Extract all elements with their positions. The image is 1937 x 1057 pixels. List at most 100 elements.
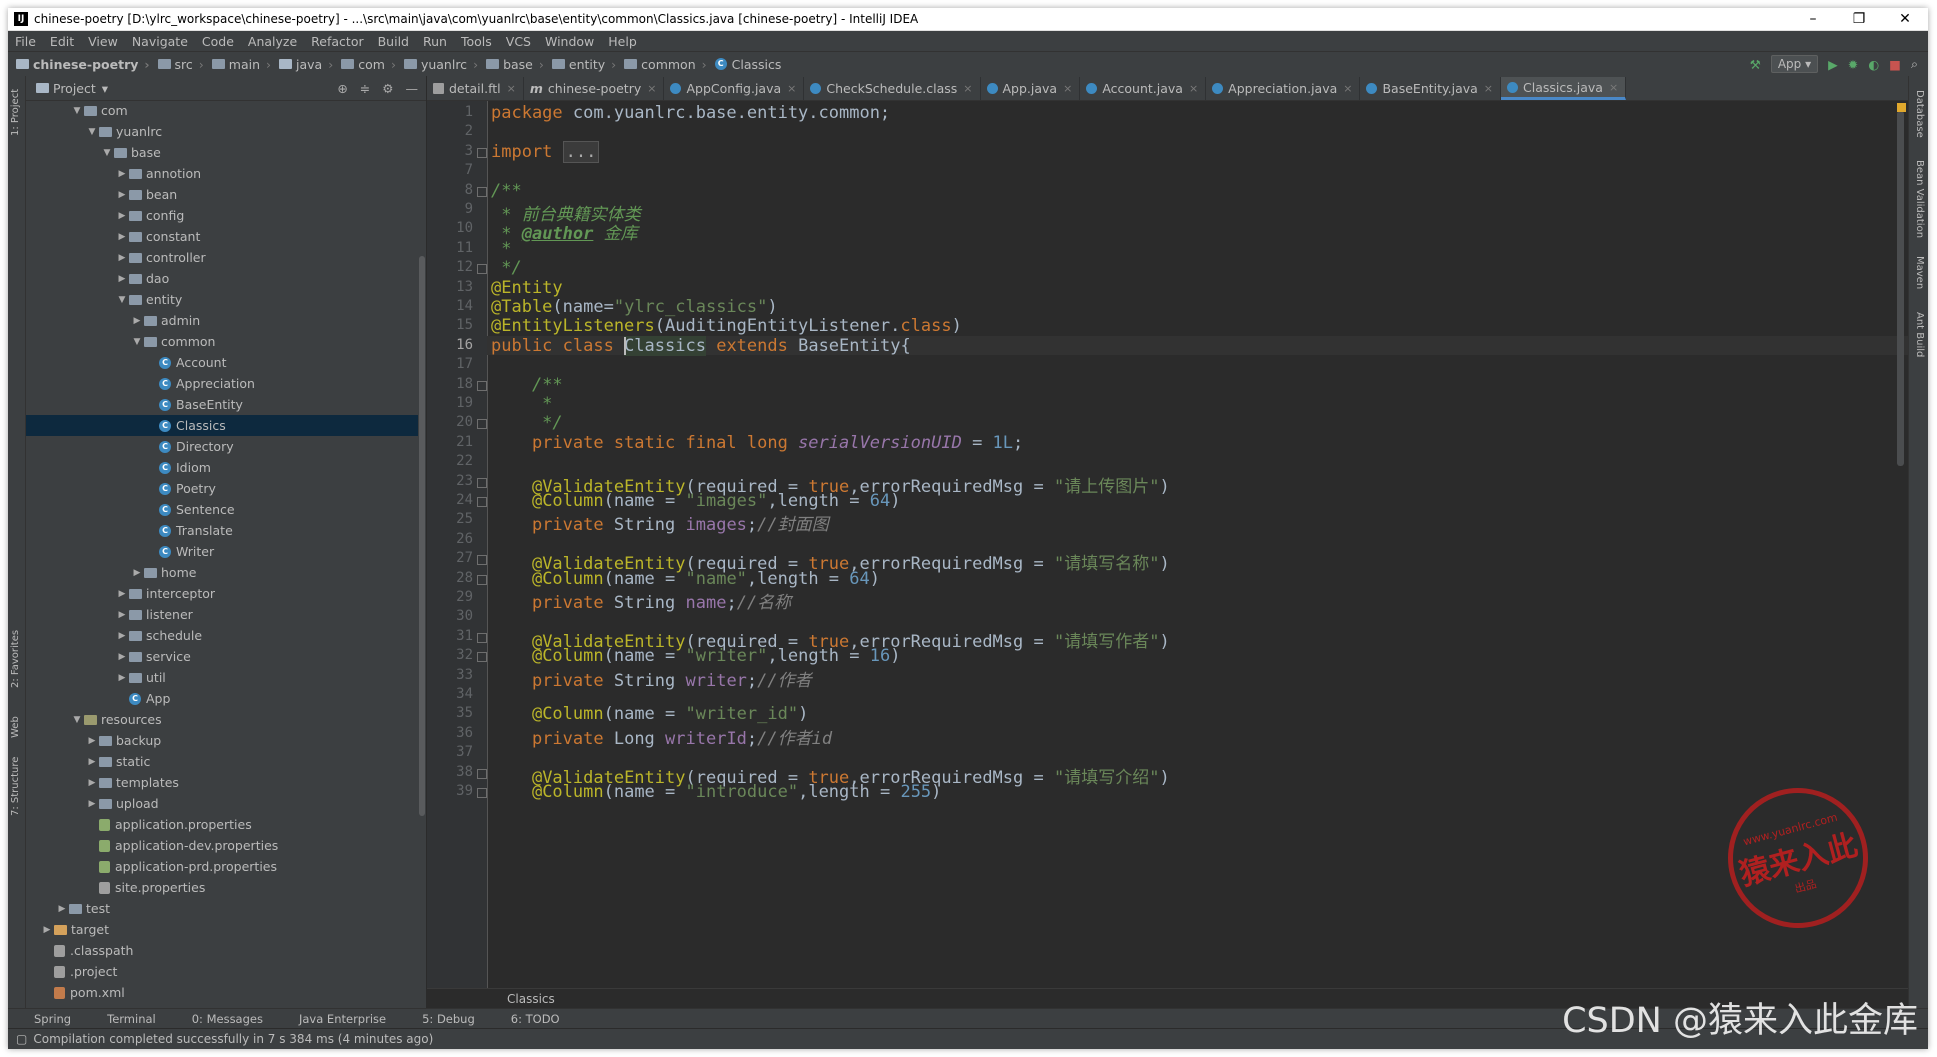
menu-code[interactable]: Code [195, 34, 241, 49]
editor-breadcrumb-item[interactable]: Classics [507, 992, 555, 1006]
close-tab-icon[interactable]: × [1609, 81, 1618, 94]
tree-node[interactable]: ▼ yuanlrc [26, 121, 418, 142]
maven-tool-tab[interactable]: Maven [1914, 256, 1925, 289]
project-tool-tab[interactable]: 1: Project [10, 89, 21, 136]
expanded-arrow-icon[interactable]: ▼ [130, 337, 144, 347]
tree-node[interactable]: C Appreciation [26, 373, 418, 394]
collapsed-arrow-icon[interactable]: ▶ [85, 799, 99, 809]
collapsed-arrow-icon[interactable]: ▶ [115, 652, 129, 662]
menu-analyze[interactable]: Analyze [241, 34, 304, 49]
coverage-icon[interactable]: ◐ [1868, 57, 1879, 72]
editor-tab[interactable]: BaseEntity.java × [1360, 77, 1502, 100]
tree-node[interactable]: C Account [26, 352, 418, 373]
tree-node[interactable]: ▶ interceptor [26, 583, 418, 604]
collapsed-arrow-icon[interactable]: ▶ [115, 211, 129, 221]
fold-marker-icon[interactable] [477, 652, 487, 663]
status-icon[interactable]: ▢ [16, 1032, 27, 1046]
editor-scrollbar[interactable] [1897, 111, 1904, 466]
minimize-button[interactable]: – [1790, 11, 1836, 27]
fold-marker-icon[interactable] [477, 419, 487, 430]
tree-node[interactable]: C Idiom [26, 457, 418, 478]
locate-icon[interactable]: ⊕ [337, 81, 347, 96]
terminal-tool-button[interactable]: Terminal [81, 1012, 166, 1026]
collapsed-arrow-icon[interactable]: ▶ [115, 631, 129, 641]
collapsed-arrow-icon[interactable]: ▶ [115, 610, 129, 620]
fold-marker-icon[interactable] [477, 632, 487, 643]
tree-node[interactable]: C Poetry [26, 478, 418, 499]
tree-node[interactable]: ▶ upload [26, 793, 418, 814]
menu-run[interactable]: Run [416, 34, 454, 49]
menu-navigate[interactable]: Navigate [125, 34, 195, 49]
collapsed-arrow-icon[interactable]: ▶ [40, 925, 54, 935]
tree-node[interactable]: pom.xml [26, 982, 418, 1003]
tree-node[interactable]: application-dev.properties [26, 835, 418, 856]
menu-refactor[interactable]: Refactor [304, 34, 370, 49]
tree-node[interactable]: ▶ util [26, 667, 418, 688]
spring-tool-button[interactable]: Spring [8, 1012, 81, 1026]
crumb-project[interactable]: chinese-poetry › [8, 57, 156, 72]
menu-help[interactable]: Help [601, 34, 644, 49]
tree-node[interactable]: ▼ com [26, 100, 418, 121]
fold-marker-icon[interactable] [477, 555, 487, 566]
tree-node[interactable]: ▶ controller [26, 247, 418, 268]
close-tab-icon[interactable]: × [1484, 82, 1493, 95]
tree-node[interactable]: C Sentence [26, 499, 418, 520]
fold-marker-icon[interactable] [477, 186, 487, 197]
tree-node[interactable]: ▶ static [26, 751, 418, 772]
collapsed-arrow-icon[interactable]: ▶ [85, 736, 99, 746]
tree-node[interactable]: C Translate [26, 520, 418, 541]
tree-node[interactable]: ▶ templates [26, 772, 418, 793]
close-tab-icon[interactable]: × [1063, 82, 1072, 95]
tree-node[interactable]: C Classics [26, 415, 418, 436]
close-tab-icon[interactable]: × [1343, 82, 1352, 95]
menu-view[interactable]: View [81, 34, 125, 49]
database-tool-tab[interactable]: Database [1914, 90, 1925, 138]
editor-tab[interactable]: detail.ftl × [427, 77, 524, 100]
tree-node[interactable]: ▼ resources [26, 709, 418, 730]
ant-build-tool-tab[interactable]: Ant Build [1914, 312, 1925, 357]
tree-node[interactable]: ▶ listener [26, 604, 418, 625]
close-tab-icon[interactable]: × [963, 82, 972, 95]
tree-node[interactable]: C App [26, 688, 418, 709]
collapsed-arrow-icon[interactable]: ▶ [115, 274, 129, 284]
stop-icon[interactable]: ■ [1889, 57, 1901, 72]
project-scrollbar[interactable] [419, 256, 425, 816]
menu-build[interactable]: Build [371, 34, 416, 49]
tree-node[interactable]: ▼ common [26, 331, 418, 352]
bean-validation-tool-tab[interactable]: Bean Validation [1914, 160, 1925, 238]
debug-tool-button[interactable]: 5: Debug [396, 1012, 485, 1026]
editor-tab[interactable]: m chinese-poetry × [524, 77, 665, 100]
search-icon[interactable]: ⌕ [1911, 56, 1918, 72]
close-tab-icon[interactable]: × [507, 82, 516, 95]
fold-marker-icon[interactable] [477, 264, 487, 275]
fold-marker-icon[interactable] [477, 574, 487, 585]
tree-node[interactable]: ▶ config [26, 205, 418, 226]
collapsed-arrow-icon[interactable]: ▶ [115, 253, 129, 263]
restore-button[interactable]: ❐ [1836, 11, 1882, 27]
crumb-classics[interactable]: C Classics [713, 57, 788, 72]
expanded-arrow-icon[interactable]: ▼ [100, 148, 114, 158]
tree-node[interactable]: ▶ service [26, 646, 418, 667]
debug-icon[interactable]: ✹ [1848, 57, 1858, 72]
menu-edit[interactable]: Edit [43, 34, 81, 49]
tree-node[interactable]: ▶ annotion [26, 163, 418, 184]
crumb-entity[interactable]: entity › [550, 57, 622, 72]
messages-tool-button[interactable]: 0: Messages [166, 1012, 273, 1026]
fold-marker-icon[interactable] [477, 768, 487, 779]
collapsed-arrow-icon[interactable]: ▶ [55, 904, 69, 914]
editor-tab[interactable]: Appreciation.java × [1206, 77, 1361, 100]
tree-node[interactable]: ▶ dao [26, 268, 418, 289]
structure-tool-tab[interactable]: 7: Structure [10, 757, 21, 816]
tree-node[interactable]: C Directory [26, 436, 418, 457]
gear-icon[interactable]: ⚙ [382, 81, 393, 96]
collapsed-arrow-icon[interactable]: ▶ [115, 589, 129, 599]
editor-tab[interactable]: Account.java × [1080, 77, 1207, 100]
close-button[interactable]: ✕ [1882, 11, 1928, 27]
editor-tab[interactable]: AppConfig.java × [664, 77, 805, 100]
crumb-com[interactable]: com › [339, 57, 402, 72]
tree-node[interactable]: ▶ home [26, 562, 418, 583]
favorites-tool-tab[interactable]: 2: Favorites [10, 630, 21, 688]
hammer-icon[interactable]: ⚒ [1750, 57, 1761, 72]
editor-tab[interactable]: CheckSchedule.class × [804, 77, 981, 100]
crumb-src[interactable]: src › [156, 57, 210, 72]
